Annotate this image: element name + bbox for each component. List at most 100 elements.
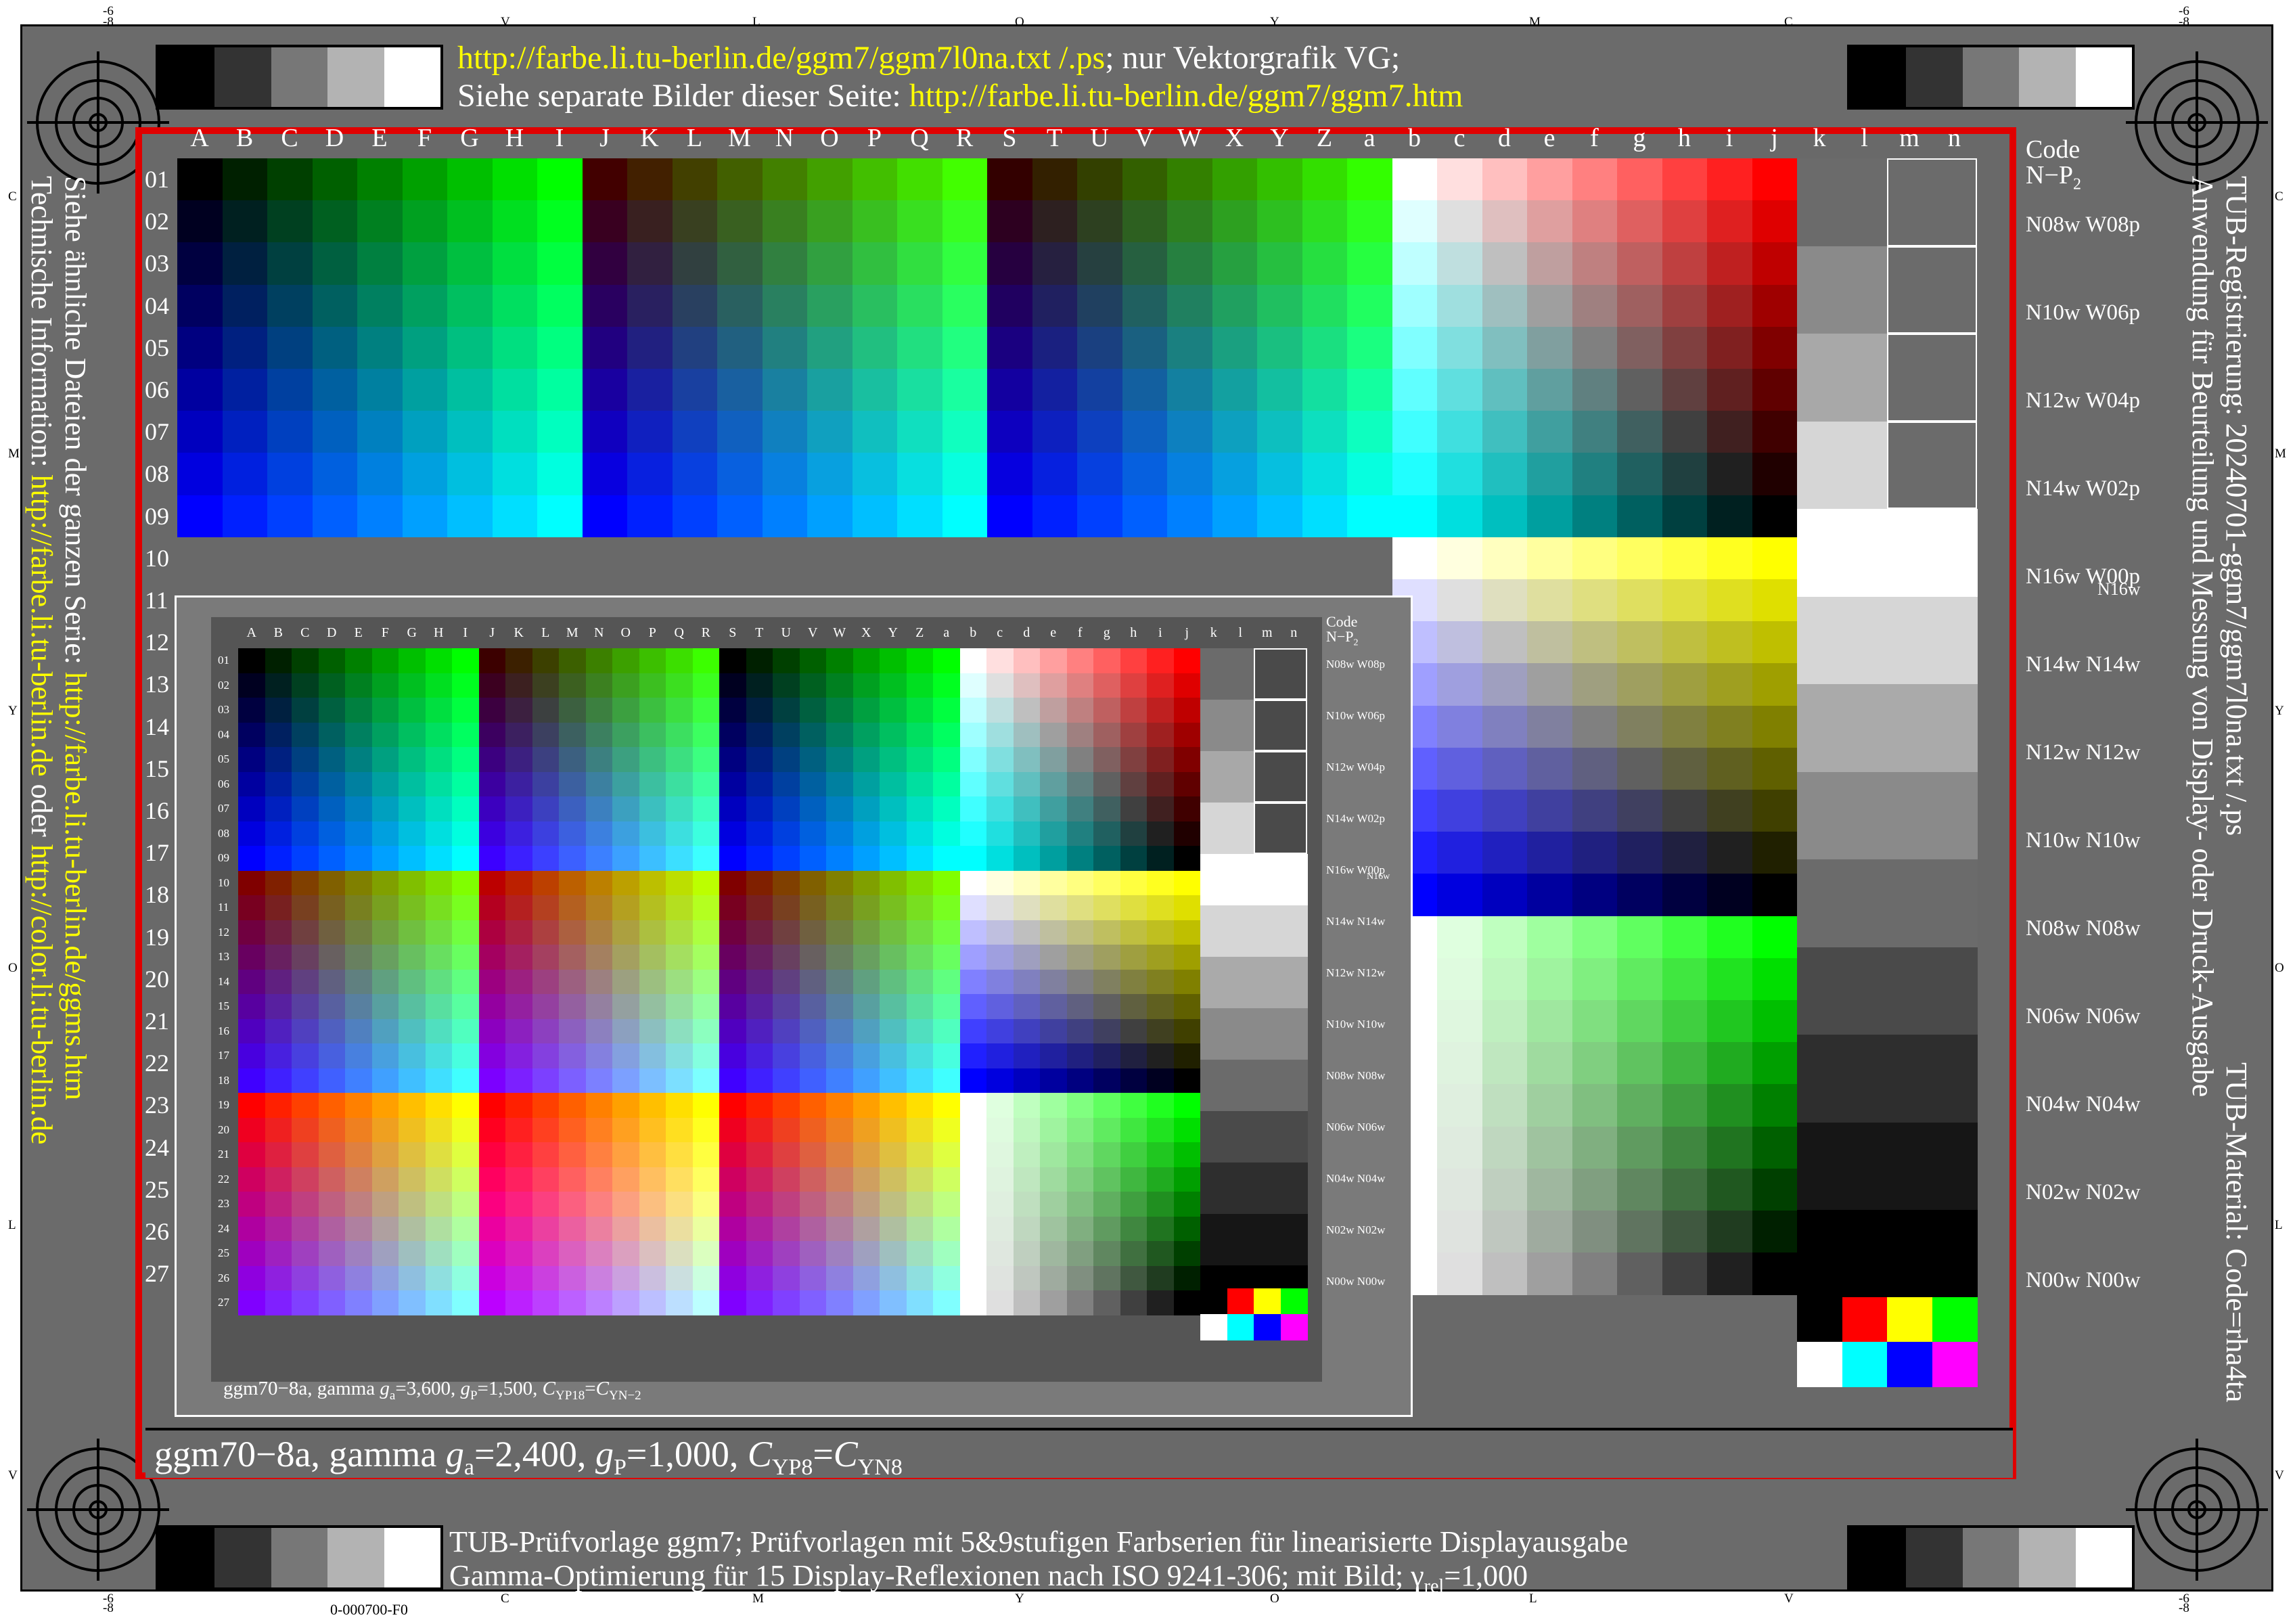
row-label: 20 [145, 965, 169, 993]
color-patch [1066, 1216, 1094, 1242]
color-patch [292, 796, 319, 822]
color-patch [371, 771, 399, 797]
column-label: l [1861, 124, 1868, 152]
color-patch [532, 722, 560, 748]
color-patch [585, 673, 613, 698]
color-patch [452, 895, 480, 921]
color-patch [532, 821, 560, 847]
color-patch [666, 1290, 694, 1316]
color-patch [1617, 579, 1663, 622]
color-patch [773, 1043, 800, 1069]
color-patch [399, 994, 426, 1020]
color-patch [1752, 874, 1798, 917]
color-patch [773, 1068, 800, 1093]
color-patch [719, 1117, 747, 1143]
color-patch [1147, 1018, 1175, 1044]
inset-column-label: Y [888, 625, 898, 640]
color-patch [452, 821, 480, 847]
color-patch [1617, 495, 1663, 538]
ruler-tick-label: M [8, 447, 20, 461]
code-label: N00w N00w [2026, 1268, 2141, 1292]
color-patch [505, 1167, 533, 1192]
inset-row-label: 25 [218, 1246, 229, 1259]
inset-column-label: G [407, 625, 417, 640]
color-patch [1707, 158, 1753, 201]
color-patch [1013, 969, 1041, 995]
header-link-htm[interactable]: http://farbe.li.tu-berlin.de/ggm7/ggm7.h… [909, 78, 1463, 114]
color-patch [452, 1216, 480, 1242]
color-patch [1797, 947, 1978, 1035]
color-patch [1093, 1265, 1121, 1291]
color-patch [1527, 1253, 1573, 1295]
gray-patch-outline [1887, 421, 1977, 509]
color-patch [1013, 673, 1041, 698]
color-patch [505, 648, 533, 674]
column-label: g [1633, 124, 1646, 152]
code-header-title: Code [2026, 135, 2081, 164]
color-patch [402, 284, 448, 328]
color-patch [1167, 369, 1213, 411]
color-patch [1066, 1167, 1094, 1192]
color-patch [399, 796, 426, 822]
left-link-color[interactable]: http://color.li.tu-berlin.de [25, 844, 58, 1145]
left-link-farbe[interactable]: http://farbe.li.tu-berlin.de [25, 475, 58, 777]
color-patch [717, 326, 763, 369]
color-patch [318, 1018, 346, 1044]
color-patch [1437, 242, 1483, 286]
color-patch [345, 846, 373, 872]
color-patch [1066, 1142, 1094, 1168]
color-patch [933, 1018, 961, 1044]
color-patch [612, 1117, 640, 1143]
color-patch [371, 1241, 399, 1267]
color-patch [532, 1068, 560, 1093]
color-patch [1257, 369, 1303, 411]
color-patch [1572, 1042, 1618, 1085]
inset-code-label-extra: N16w [1367, 872, 1390, 882]
color-patch [1173, 870, 1201, 896]
column-label: N [775, 124, 794, 152]
color-patch [853, 945, 880, 970]
color-patch [666, 747, 694, 773]
color-patch [959, 648, 987, 674]
right-line1: TUB-Registrierung: 20240701-ggm7/ggm7l0n… [2220, 176, 2253, 836]
color-patch [1482, 1084, 1528, 1127]
color-patch [1392, 284, 1438, 328]
color-patch [1173, 821, 1201, 847]
inset-row-label: 06 [218, 777, 229, 790]
inset-column-label: g [1103, 625, 1110, 640]
inset-row-label: 27 [218, 1296, 229, 1309]
color-patch [719, 771, 747, 797]
color-patch [746, 722, 773, 748]
color-patch [880, 1093, 907, 1119]
color-patch [1617, 1211, 1663, 1253]
color-patch [1662, 705, 1708, 748]
color-patch [1013, 1117, 1041, 1143]
color-patch [627, 495, 673, 538]
color-patch [1093, 870, 1121, 896]
inset-column-label: l [1238, 625, 1243, 640]
main-caption-a: a [463, 1454, 474, 1480]
color-patch [452, 796, 480, 822]
color-patch [933, 870, 961, 896]
color-patch [1527, 621, 1573, 664]
color-patch [399, 1192, 426, 1217]
color-patch [1040, 846, 1068, 872]
color-patch [292, 821, 319, 847]
column-label: m [1899, 124, 1919, 152]
color-patch [773, 1216, 800, 1242]
color-patch [1617, 621, 1663, 664]
color-patch [1302, 369, 1348, 411]
ruler-tick-label: Y [8, 704, 18, 718]
color-patch [537, 453, 583, 496]
color-patch [478, 969, 506, 995]
color-patch [906, 846, 934, 872]
header-link-txt[interactable]: http://farbe.li.tu-berlin.de/ggm7/ggm7l0… [457, 40, 1105, 76]
color-patch [1013, 1018, 1041, 1044]
color-patch [452, 920, 480, 945]
left-link-ggms[interactable]: http://farbe.li.tu-berlin.de/ggms.htm [59, 672, 92, 1100]
inset-column-label: D [327, 625, 337, 640]
color-patch [1013, 1167, 1041, 1192]
color-patch [799, 771, 827, 797]
color-patch [505, 698, 533, 723]
color-patch [959, 870, 987, 896]
